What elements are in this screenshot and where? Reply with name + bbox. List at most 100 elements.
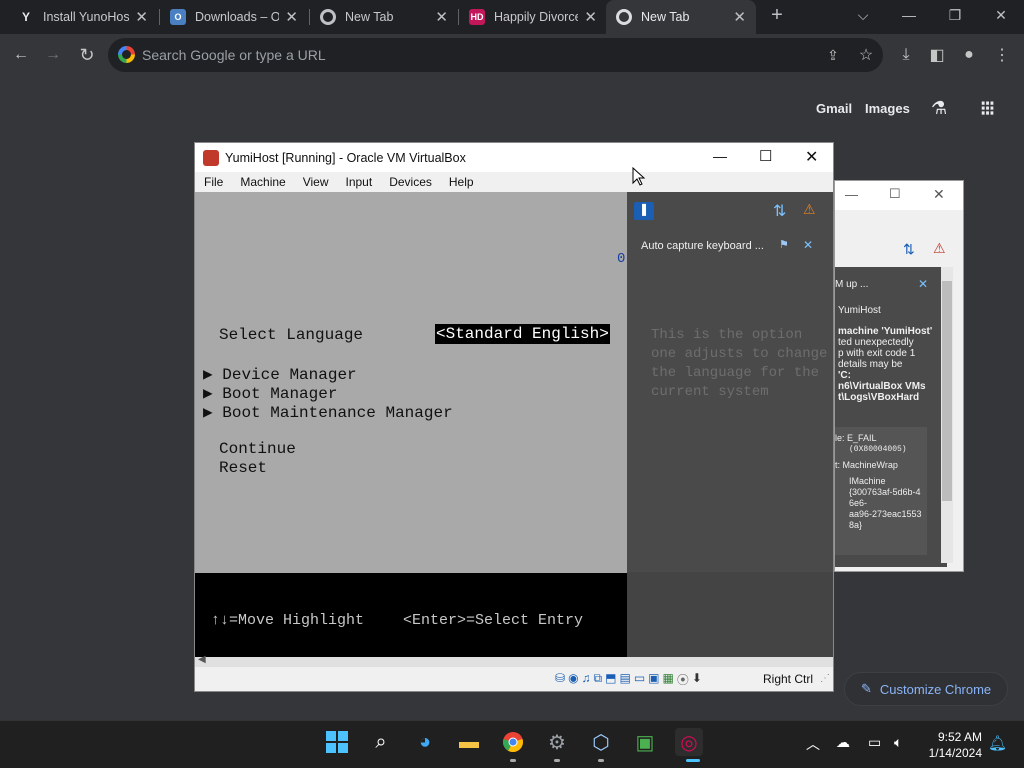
mouse-integration-icon[interactable]: ⦿ <box>677 671 689 688</box>
notification-item[interactable]: Auto capture keyboard ... ⚑ ✕ <box>627 229 827 263</box>
chrome-icon[interactable] <box>499 728 527 756</box>
omnibox[interactable]: Search Google or type a URL <box>108 38 883 72</box>
close-icon[interactable]: ✕ <box>933 186 945 203</box>
close-icon[interactable]: ✕ <box>435 8 448 26</box>
back-arrow-icon[interactable]: ← <box>10 45 32 65</box>
maximize-icon[interactable]: ☐ <box>759 147 772 165</box>
tab-downloads-oracle[interactable]: O Downloads – Ora ✕ <box>160 0 308 34</box>
bg-window-titlebar: — ☐ ✕ <box>835 181 963 210</box>
download-icon[interactable]: ⤓ <box>895 45 917 65</box>
close-icon[interactable]: ✕ <box>135 8 148 26</box>
optical-drive-icon[interactable]: ◉ <box>568 671 578 688</box>
close-icon[interactable]: ✕ <box>805 147 818 167</box>
scroll-left-arrow-icon[interactable]: ◀ <box>198 654 206 665</box>
horizontal-scrollbar[interactable]: ◀ <box>195 654 833 667</box>
search-icon[interactable]: ⌕ <box>367 728 395 756</box>
tab-new-tab-active[interactable]: New Tab ✕ <box>606 0 756 34</box>
new-tab-plus-icon[interactable]: + <box>754 0 800 30</box>
settings-icon[interactable]: ⚙ <box>543 728 571 756</box>
menu-help[interactable]: Help <box>440 175 482 189</box>
menu-file[interactable]: File <box>195 175 231 189</box>
warning-icon[interactable]: ⚠ <box>933 240 946 257</box>
vertical-scrollbar[interactable] <box>941 267 953 563</box>
warning-icon[interactable]: ⚠ <box>803 201 816 218</box>
network-status-icon[interactable]: ▭ <box>868 734 881 751</box>
shared-folders-icon[interactable]: ▤ <box>619 671 630 688</box>
usb-icon[interactable]: ⬒ <box>605 671 616 688</box>
sort-icon[interactable]: ⇅ <box>773 201 786 221</box>
menu-item-boot-maintenance[interactable]: ▶ Boot Maintenance Manager <box>203 402 453 422</box>
notification-settings-icon[interactable]: ⚑ <box>779 238 789 251</box>
bookmark-star-icon[interactable]: ☆ <box>855 45 877 65</box>
hard-disk-icon[interactable]: ⛁ <box>555 671 565 688</box>
audio-icon[interactable]: ♫ <box>582 671 591 688</box>
chevron-up-icon[interactable]: ︿ <box>806 734 820 754</box>
restore-icon[interactable]: ❐ <box>932 0 978 30</box>
minimize-icon[interactable]: — <box>845 187 858 202</box>
share-icon[interactable]: ⇪ <box>822 45 844 65</box>
forward-arrow-icon[interactable]: → <box>42 45 64 65</box>
gmail-link[interactable]: Gmail <box>816 101 852 116</box>
menu-devices[interactable]: Devices <box>380 175 440 189</box>
close-icon[interactable]: ✕ <box>918 277 928 291</box>
action-continue[interactable]: Continue <box>219 440 296 458</box>
bg-window-toolbar: ⇅ ⚠ <box>835 232 963 266</box>
cloud-offline-icon[interactable]: ☁ <box>836 734 850 751</box>
terminal-icon[interactable]: ▣ <box>631 728 659 756</box>
file-explorer-icon[interactable]: ▬ <box>455 728 483 756</box>
windows-start-icon[interactable] <box>323 728 351 756</box>
display-icon[interactable]: ▭ <box>634 671 645 688</box>
menu-input[interactable]: Input <box>337 175 381 189</box>
notification-pin-icon[interactable]: ❚ <box>634 202 654 220</box>
chrome-menu-icon[interactable]: ⋮ <box>991 45 1013 65</box>
labs-flask-icon[interactable]: ⚗ <box>931 98 947 119</box>
notification-text: Auto capture keyboard ... <box>641 240 764 252</box>
resize-grip-icon[interactable]: ⋰ <box>820 673 830 684</box>
apps-grid-icon[interactable]: ⁝⁝⁝ <box>980 96 995 121</box>
sort-icon[interactable]: ⇅ <box>903 241 915 258</box>
close-icon[interactable]: ✕ <box>285 8 298 26</box>
network-icon[interactable]: ⧉ <box>594 671 603 688</box>
menu-view[interactable]: View <box>294 175 337 189</box>
volume-icon[interactable]: 🔈︎ <box>894 734 902 751</box>
vm-display[interactable]: Select Language <Standard English> ▶ Dev… <box>195 192 627 573</box>
reload-icon[interactable]: ↻ <box>76 45 98 65</box>
tab-search-chevron-icon[interactable]: ⌵ <box>840 0 886 30</box>
minimize-icon[interactable]: — <box>713 148 727 164</box>
close-icon[interactable]: ✕ <box>803 238 813 252</box>
maximize-icon[interactable]: ☐ <box>889 186 901 202</box>
menu-item-device-manager[interactable]: ▶ Device Manager <box>203 364 357 384</box>
chrome-tab-bar: Y Install YunoHost ✕ O Downloads – Ora ✕… <box>0 0 1024 34</box>
video-capture-icon[interactable]: ▣ <box>648 671 659 688</box>
side-panel-icon[interactable]: ◧ <box>926 45 948 65</box>
tab-install-yunohost[interactable]: Y Install YunoHost ✕ <box>8 0 158 34</box>
system-clock[interactable]: 9:52 AM 1/14/2024 <box>920 729 982 761</box>
virtualbox-icon[interactable]: ⬡ <box>587 728 615 756</box>
detail-row: t: MachineWrap <box>835 460 898 470</box>
detail-row: le: E_FAIL <box>835 433 877 443</box>
tab-new-tab-1[interactable]: New Tab ✕ <box>310 0 458 34</box>
menu-machine[interactable]: Machine <box>231 175 293 189</box>
action-reset[interactable]: Reset <box>219 459 267 477</box>
customize-chrome-button[interactable]: ✎ Customize Chrome <box>844 672 1008 706</box>
images-link[interactable]: Images <box>865 101 910 116</box>
close-icon[interactable]: ✕ <box>733 8 746 26</box>
debian-icon[interactable]: ◎ <box>675 728 703 756</box>
close-window-icon[interactable]: ✕ <box>978 0 1024 30</box>
menu-item-boot-manager[interactable]: ▶ Boot Manager <box>203 383 337 403</box>
scrollbar-thumb[interactable] <box>942 281 952 501</box>
virtualbox-window: YumiHost [Running] - Oracle VM VirtualBo… <box>194 142 834 692</box>
notification-bell-icon[interactable]: 🔔︎ <box>988 734 1007 752</box>
profile-icon[interactable]: ● <box>958 45 980 65</box>
minimize-icon[interactable]: — <box>886 0 932 30</box>
keyboard-arrow-icon[interactable]: ⬇ <box>692 671 702 688</box>
close-icon[interactable]: ✕ <box>584 8 597 26</box>
detail-row: aa96-273eac1553 <box>849 509 922 519</box>
select-language-value[interactable]: <Standard English> <box>435 324 610 344</box>
chrome-icon <box>616 9 632 25</box>
footer-move-hint: ↑↓=Move Highlight <box>211 612 365 629</box>
chrome-icon <box>320 9 336 25</box>
edge-beta-icon[interactable]: ◕ <box>411 728 439 756</box>
tab-happily-divorced[interactable]: HD Happily Divorced ✕ <box>459 0 607 34</box>
cpu-icon[interactable]: ▦ <box>663 671 674 688</box>
